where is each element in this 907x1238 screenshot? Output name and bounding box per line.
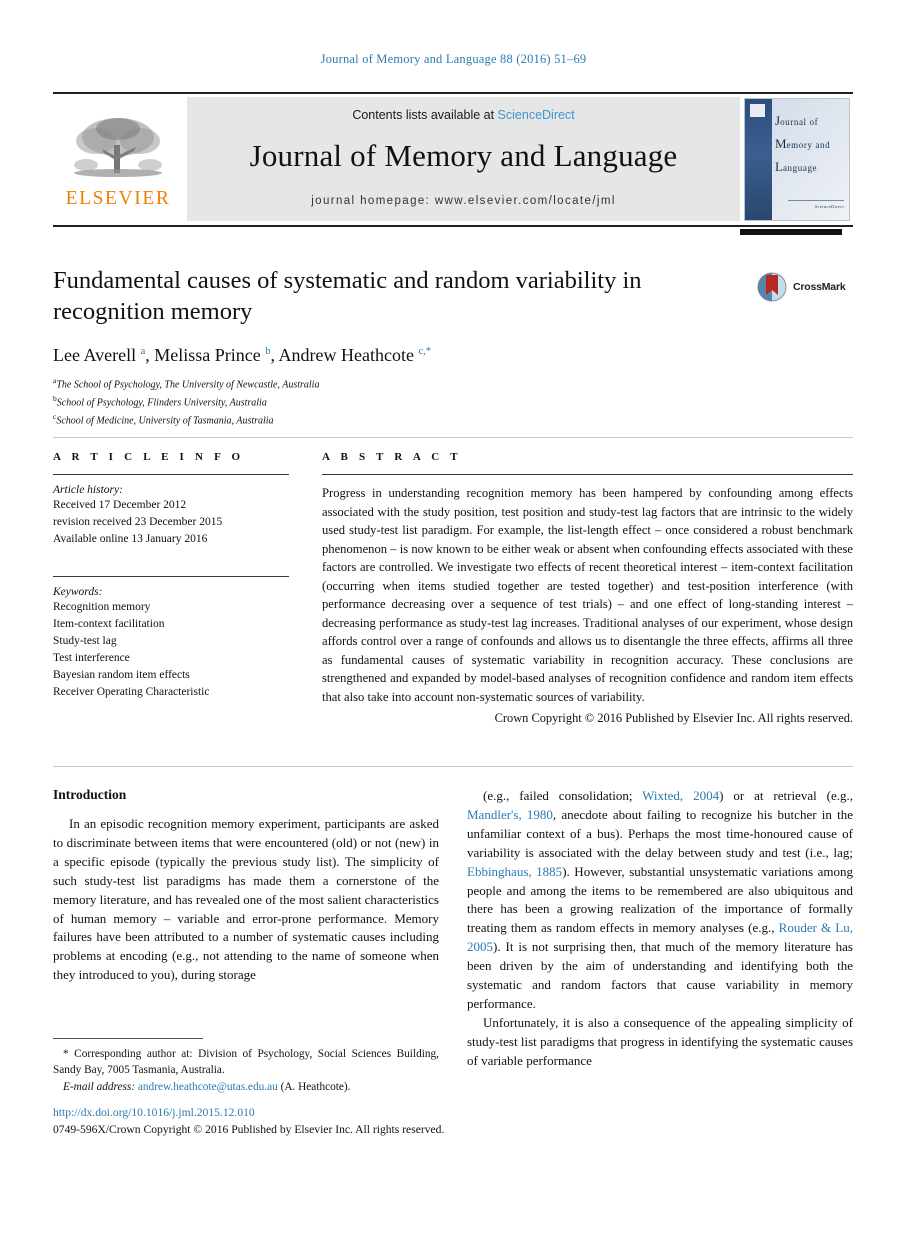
- cover-footer-rule: [788, 200, 844, 201]
- abstract-text: Progress in understanding recognition me…: [322, 486, 853, 704]
- masthead-center: Contents lists available at ScienceDirec…: [187, 97, 740, 221]
- keyword-item: Study-test lag: [53, 635, 117, 648]
- affiliation-text: School of Psychology, Flinders Universit…: [56, 397, 267, 409]
- article-info-column: A R T I C L E I N F O Article history: R…: [53, 451, 289, 701]
- publication-footer: http://dx.doi.org/10.1016/j.jml.2015.12.…: [53, 1105, 653, 1139]
- elsevier-tree-icon: [74, 117, 162, 177]
- contents-available-line: Contents lists available at ScienceDirec…: [352, 108, 574, 122]
- cover-footer-label: ScienceDirect: [814, 204, 844, 209]
- cover-line3-rest: anguage: [782, 163, 818, 174]
- journal-masthead: ELSEVIER Contents lists available at Sci…: [53, 92, 853, 227]
- article-history-label: Article history:: [53, 484, 123, 496]
- email-label: E-mail address:: [63, 1080, 136, 1093]
- cover-title: Journal of Memory and Language: [775, 109, 830, 179]
- footnote-block: * Corresponding author at: Division of P…: [53, 1046, 439, 1095]
- journal-homepage-link[interactable]: journal homepage: www.elsevier.com/locat…: [311, 195, 616, 207]
- citation-link[interactable]: Wixted, 2004: [642, 788, 719, 803]
- cover-spine-mark: [750, 104, 765, 117]
- corresponding-author-note: * Corresponding author at: Division of P…: [53, 1048, 439, 1077]
- abstract-column: A B S T R A C T Progress in understandin…: [322, 451, 853, 726]
- running-head: Journal of Memory and Language 88 (2016)…: [320, 52, 587, 66]
- cover-line2-initial: M: [775, 136, 787, 152]
- keyword-item: Item-context facilitation: [53, 618, 165, 631]
- article-info-rule: [53, 474, 289, 475]
- elsevier-logo: ELSEVIER: [53, 94, 183, 225]
- issn-copyright-line: 0749-596X/Crown Copyright © 2016 Publish…: [53, 1122, 445, 1136]
- paragraph: Unfortunately, it is also a consequence …: [467, 1014, 853, 1068]
- cover-footer: ScienceDirect: [788, 200, 844, 209]
- info-rule-top: [53, 437, 853, 438]
- page-title: Fundamental causes of systematic and ran…: [53, 267, 642, 325]
- abstract-copyright: Crown Copyright © 2016 Published by Else…: [494, 711, 853, 725]
- cover-line2-rest: emory and: [786, 140, 831, 151]
- abstract-rule: [322, 474, 853, 475]
- paragraph-text: ). It is not surprising then, that much …: [467, 939, 853, 1011]
- contents-prefix: Contents lists available at: [352, 108, 498, 122]
- affiliation-text: The School of Psychology, The University…: [56, 379, 320, 391]
- cover-line3-initial: L: [775, 159, 783, 175]
- info-rule-bottom: [53, 766, 853, 767]
- crossmark-label: CrossMark: [793, 281, 846, 293]
- abstract-heading: A B S T R A C T: [322, 451, 462, 463]
- body-column-right: (e.g., failed consolidation; Wixted, 200…: [467, 787, 853, 1071]
- paper-page: Journal of Memory and Language 88 (2016)…: [0, 0, 907, 1238]
- email-suffix: (A. Heathcote).: [280, 1080, 351, 1093]
- citation-link[interactable]: Mandler's, 1980: [467, 807, 553, 822]
- citation-link[interactable]: Ebbinghaus, 1885: [467, 864, 562, 879]
- cover-line1-rest: ournal of: [780, 117, 819, 127]
- paragraph-text: ) or at retrieval (e.g.,: [719, 788, 853, 803]
- title-block: Fundamental causes of systematic and ran…: [53, 266, 753, 430]
- keyword-item: Bayesian random item effects: [53, 669, 190, 682]
- affiliation-item: cSchool of Medicine, University of Tasma…: [53, 411, 753, 429]
- body-column-left: Introduction In an episodic recognition …: [53, 787, 439, 985]
- journal-cover-thumbnail: Journal of Memory and Language ScienceDi…: [744, 98, 850, 221]
- author-list: Lee Averell a, Melissa Prince b, Andrew …: [53, 344, 432, 365]
- affiliation-text: School of Medicine, University of Tasman…: [56, 415, 274, 427]
- masthead-black-bar: [740, 229, 842, 235]
- sciencedirect-link[interactable]: ScienceDirect: [498, 108, 575, 122]
- paragraph: In an episodic recognition memory experi…: [53, 816, 439, 983]
- keyword-item: Test interference: [53, 652, 130, 665]
- footnote-rule: [53, 1038, 203, 1039]
- crossmark-icon: [757, 272, 787, 302]
- paragraph: (e.g., failed consolidation; Wixted, 200…: [467, 787, 853, 1014]
- article-history-line: Available online 13 January 2016: [53, 533, 208, 546]
- elsevier-wordmark: ELSEVIER: [65, 187, 171, 209]
- email-note: E-mail address: andrew.heathcote@utas.ed…: [53, 1079, 439, 1095]
- crossmark-badge[interactable]: CrossMark: [757, 272, 846, 302]
- keyword-item: Receiver Operating Characteristic: [53, 686, 210, 699]
- doi-link[interactable]: http://dx.doi.org/10.1016/j.jml.2015.12.…: [53, 1105, 653, 1122]
- article-info-heading: A R T I C L E I N F O: [53, 451, 245, 463]
- keyword-item: Recognition memory: [53, 601, 151, 614]
- email-link[interactable]: andrew.heathcote@utas.edu.au: [138, 1081, 278, 1093]
- article-history-line: revision received 23 December 2015: [53, 516, 223, 529]
- cover-spine: [745, 99, 772, 220]
- affiliation-item: bSchool of Psychology, Flinders Universi…: [53, 393, 753, 411]
- journal-title: Journal of Memory and Language: [249, 138, 678, 173]
- affiliation-item: aThe School of Psychology, The Universit…: [53, 375, 753, 393]
- article-history-line: Received 17 December 2012: [53, 499, 187, 511]
- section-heading-introduction: Introduction: [53, 787, 127, 802]
- affiliation-list: aThe School of Psychology, The Universit…: [53, 375, 753, 430]
- keywords-rule: [53, 576, 289, 578]
- paragraph-text: (e.g., failed consolidation;: [483, 788, 643, 803]
- keywords-label: Keywords:: [53, 586, 103, 599]
